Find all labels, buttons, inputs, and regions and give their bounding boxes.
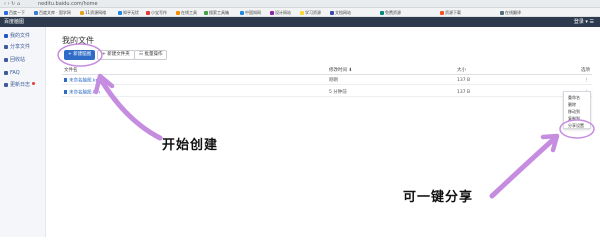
arrow-to-share-menu	[489, 135, 558, 199]
highlight-circle-share	[559, 119, 595, 139]
highlight-circle-new-button	[57, 43, 103, 67]
arrow-to-new-button	[97, 75, 163, 141]
annotation-start-create: 开始创建	[162, 138, 219, 153]
annotation-overlay	[57, 43, 595, 199]
annotation-one-click-share: 可一键分享	[403, 190, 474, 205]
